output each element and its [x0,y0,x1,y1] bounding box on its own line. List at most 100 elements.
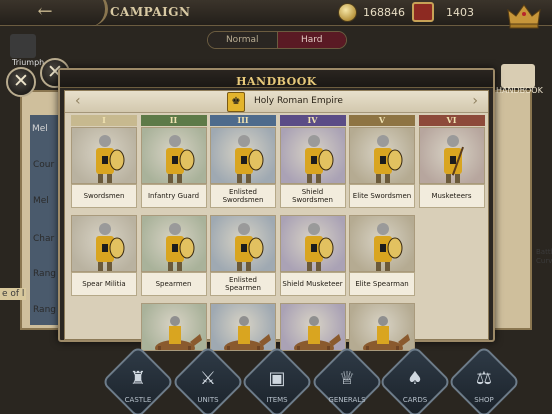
chevron-right-icon[interactable]: › [472,93,478,109]
chest-icon: ▣ [268,368,286,389]
top-bar: ← CAMPAIGN 168846 1403 [0,0,552,29]
castle-icon: ♜ [129,368,147,389]
background-sidebar [30,115,58,325]
helmet-icon: ♕ [338,368,356,389]
unit-card[interactable]: Musketeers [418,127,485,209]
background-sidebar-item: Mel [33,196,49,206]
nav-label: UNITS [197,396,219,404]
bottom-nav: ♜ CASTLE ⚔ UNITS ▣ ITEMS ♕ GENERALS ♠ CARDS ⚖ SHOP [0,345,552,414]
cavalry-portrait [293,316,341,350]
unit-card[interactable]: Shield Musketeer [279,215,346,297]
soldier-portrait [235,223,264,271]
unit-name: Shield Musketeer [279,272,346,296]
handbook-title: HANDBOOK [236,75,317,88]
unit-name: Enlisted Swordsmen [210,184,276,208]
tier-header: II [140,115,207,126]
unit-card[interactable]: Spear Militia [71,215,137,297]
hard-mode-button[interactable]: Hard [276,32,346,48]
nav-label: CARDS [402,396,428,404]
coin-count: 168846 [363,6,405,19]
scales-icon: ⚖ [475,368,493,389]
unit-image [140,215,207,272]
unit-image [349,127,415,184]
unit-card[interactable]: Infantry Guard [140,127,207,209]
soldier-portrait [304,223,333,271]
unit-card[interactable]: Shield Swordsmen [279,127,346,209]
handbook-header: HANDBOOK [60,70,493,88]
tier-header: I [71,115,137,126]
crossed-swords-icon: ⚔ [199,368,217,389]
unit-card[interactable]: Enlisted Swordsmen [210,127,276,209]
background-right-label: Curv [536,257,552,265]
unit-card[interactable]: Elite Swordsmen [349,127,415,209]
cards-icon: ♠ [406,368,424,389]
unit-image [71,215,137,272]
unit-image [210,215,276,272]
background-left-label: e of l [0,288,27,300]
unit-image [140,303,207,351]
soldier-portrait [374,223,403,271]
background-sidebar-item: Char [33,234,55,244]
unit-name: Shield Swordsmen [279,184,346,208]
unit-name: Swordsmen [71,184,137,208]
handbook-book-icon[interactable] [501,64,535,88]
unit-name: Infantry Guard [140,184,207,208]
unit-card[interactable]: Spearmen [140,215,207,297]
unit-image [418,127,485,184]
unit-card[interactable]: Swordsmen [71,127,137,209]
nav-label: ITEMS [266,396,288,404]
unit-name: Elite Spearman [349,272,415,296]
back-arc-decoration [68,0,108,26]
unit-image [71,127,137,184]
cavalry-portrait [363,316,410,350]
eagle-icon: ♚ [227,92,245,112]
page-title: CAMPAIGN [110,5,191,19]
background-sidebar-item: Rang [33,305,56,315]
soldier-portrait [165,135,194,183]
soldier-portrait [374,135,403,183]
soldier-portrait [165,223,194,271]
faction-name: Holy Roman Empire [254,96,343,106]
unit-image [279,127,346,184]
trophy-icon[interactable] [10,34,36,58]
unit-name: Spear Militia [71,272,137,296]
cavalry-portrait [154,316,202,350]
nav-label: SHOP [474,396,494,404]
background-sidebar-item: Cour [33,160,55,170]
faction-selector: ‹ ♚ Holy Roman Empire › [65,91,488,113]
unit-name: Elite Swordsmen [349,184,415,208]
handbook-side-label: HANDBOOK [496,86,543,95]
unit-image [279,303,346,351]
crown-icon[interactable] [506,2,542,30]
background-right-label: Battle [536,248,552,256]
unit-card[interactable]: Elite Spearman [349,215,415,297]
unit-card[interactable]: Enlisted Spearmen [210,215,276,297]
tier-header: III [210,115,276,126]
normal-mode-button[interactable]: Normal [208,32,277,48]
chevron-left-icon[interactable]: ‹ [75,93,81,109]
unit-image [349,303,415,351]
medal-count: 1403 [446,6,474,19]
tier-header: V [349,115,415,126]
tier-header: VI [418,115,485,126]
unit-image [349,215,415,272]
medal-icon [412,2,434,22]
difficulty-toggle: Normal Hard [207,31,347,49]
background-sidebar-item: Rang [33,269,56,279]
unit-image [210,303,276,351]
handbook-body: ‹ ♚ Holy Roman Empire › I II III IV V VI Sword… [64,90,489,351]
unit-image [279,215,346,272]
nav-label: GENERALS [328,396,366,404]
soldier-portrait [304,135,333,183]
trophy-label: Triumph [12,58,45,67]
unit-name: Spearmen [140,272,207,296]
background-sidebar-header: Mel [32,124,48,134]
unit-name: Enlisted Spearmen [210,272,276,296]
back-arrow-icon[interactable]: ← [30,2,60,22]
coin-icon [338,3,357,22]
unit-image [210,127,276,184]
cavalry-portrait [224,316,271,350]
unit-image [140,127,207,184]
close-background-button[interactable]: ✕ [6,67,36,97]
tier-header: IV [279,115,346,126]
